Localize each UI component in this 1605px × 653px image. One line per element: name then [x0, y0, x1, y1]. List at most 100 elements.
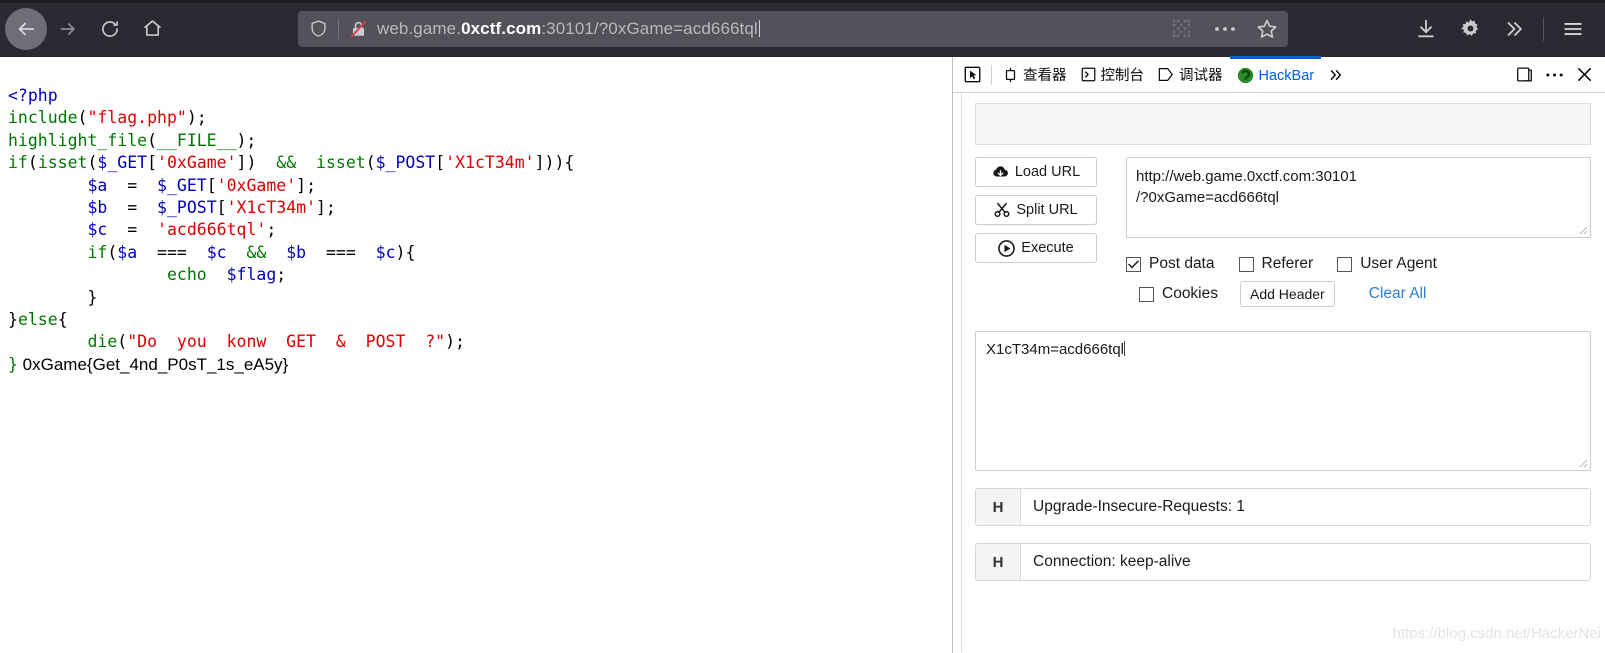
- hackbar-button-column: Load URL Split URL Execute: [975, 157, 1097, 307]
- url-prefix: web.game.: [377, 18, 462, 38]
- flag-text: 0xGame{Get_4nd_P0sT_1s_eA5y}: [22, 354, 289, 374]
- reload-icon: [102, 20, 118, 37]
- page-actions-button[interactable]: [1204, 25, 1246, 33]
- tab-hackbar-label: HackBar: [1258, 67, 1315, 84]
- element-picker-icon: [964, 66, 980, 83]
- referer-checkbox[interactable]: [1238, 256, 1254, 272]
- lock-crossed-out-icon: [350, 20, 366, 37]
- url-host: 0xctf.com: [461, 18, 542, 38]
- scissors-icon: [994, 202, 1010, 218]
- element-picker-button[interactable]: [957, 58, 987, 92]
- home-icon: [143, 20, 161, 36]
- hamburger-menu-icon: [1564, 22, 1582, 35]
- resize-handle-icon[interactable]: [1578, 458, 1588, 468]
- url-text-caret: [758, 19, 760, 37]
- close-devtools-button[interactable]: [1569, 58, 1599, 92]
- url-text[interactable]: web.game.0xctf.com:30101/?0xGame=acd666t…: [377, 19, 1158, 39]
- debugger-icon: [1158, 68, 1173, 81]
- user-agent-checkbox[interactable]: [1337, 256, 1353, 272]
- devtools-toolbar-divider: [991, 64, 992, 85]
- settings-button[interactable]: [1448, 8, 1492, 50]
- devtools-panel: 查看器 控制台 调试器 HackBar Load URL Split URL E…: [952, 56, 1605, 653]
- hackbar-url-line1: http://web.game.0xctf.com:30101: [1136, 168, 1357, 185]
- tab-console[interactable]: 控制台: [1074, 57, 1152, 92]
- option-cookies[interactable]: Cookies: [1139, 285, 1218, 303]
- header-row-value[interactable]: Connection: keep-alive: [1021, 544, 1590, 580]
- option-user-agent[interactable]: User Agent: [1337, 255, 1437, 273]
- referer-label: Referer: [1261, 255, 1314, 272]
- hackbar-options-row-2: Cookies Add Header Clear All: [1126, 281, 1591, 307]
- home-button[interactable]: [131, 8, 173, 50]
- bookmark-button[interactable]: [1246, 18, 1288, 40]
- toolbar-overflow-button[interactable]: [1492, 8, 1536, 50]
- hackbar-top-strip: [975, 103, 1591, 145]
- watermark-text: https://blog.csdn.net/HackerNei: [1392, 625, 1601, 642]
- tracking-protection-shield[interactable]: [298, 19, 338, 38]
- page-viewport: <?php include("flag.php"); highlight_fil…: [0, 57, 952, 653]
- split-url-label: Split URL: [1016, 202, 1078, 218]
- cloud-download-icon: [993, 165, 1008, 177]
- php-source-code: <?php include("flag.php"); highlight_fil…: [8, 86, 575, 352]
- shield-icon: [310, 20, 326, 37]
- bookmark-star-icon: [1257, 19, 1277, 38]
- header-row[interactable]: H Upgrade-Insecure-Requests: 1: [975, 488, 1591, 526]
- cookies-label: Cookies: [1162, 285, 1218, 302]
- browser-toolbar: web.game.0xctf.com:30101/?0xGame=acd666t…: [0, 0, 1605, 57]
- hackbar-options: Post data Referer User Agent Cookies Add…: [1126, 255, 1591, 307]
- checkmark-icon: [1128, 260, 1139, 268]
- app-menu-button[interactable]: [1551, 8, 1595, 50]
- option-referer[interactable]: Referer: [1238, 255, 1314, 273]
- hackbar-url-input[interactable]: http://web.game.0xctf.com:30101 /?0xGame=…: [1126, 157, 1591, 238]
- console-icon: [1081, 67, 1095, 82]
- forward-button[interactable]: [47, 8, 89, 50]
- hackbar-options-row-1: Post data Referer User Agent: [1126, 255, 1591, 273]
- devtools-tabs-overflow-button[interactable]: [1321, 58, 1351, 92]
- add-header-button[interactable]: Add Header: [1240, 281, 1335, 307]
- connection-security-button[interactable]: [339, 19, 377, 39]
- back-button[interactable]: [5, 7, 47, 50]
- header-row-value[interactable]: Upgrade-Insecure-Requests: 1: [1021, 489, 1590, 525]
- hackbar-left-rule: [961, 93, 962, 652]
- post-data-value: X1cT34m=acd666tql: [986, 341, 1125, 358]
- chevron-double-right-icon: [1507, 21, 1522, 36]
- option-post-data[interactable]: Post data: [1126, 255, 1215, 273]
- hackbar-panel: Load URL Split URL Execute http://web.ga…: [953, 93, 1605, 652]
- header-row-tag: H: [976, 489, 1021, 525]
- post-data-label: Post data: [1149, 255, 1215, 272]
- tab-debugger[interactable]: 调试器: [1151, 57, 1230, 92]
- inspector-icon: [1005, 67, 1016, 82]
- gear-icon: [1460, 19, 1478, 36]
- devtools-settings-button[interactable]: [1539, 58, 1569, 92]
- hackbar-right-column: http://web.game.0xctf.com:30101 /?0xGame=…: [1126, 157, 1605, 307]
- hackbar-icon: [1237, 67, 1253, 84]
- tab-hackbar[interactable]: HackBar: [1229, 56, 1322, 92]
- url-bar[interactable]: web.game.0xctf.com:30101/?0xGame=acd666t…: [298, 10, 1288, 47]
- cookies-checkbox[interactable]: [1139, 286, 1154, 302]
- toolbar-divider: [1543, 16, 1544, 41]
- browser-toolbar-right: [1404, 0, 1605, 57]
- resize-handle-icon[interactable]: [1578, 225, 1588, 235]
- download-icon: [1418, 19, 1434, 37]
- execute-label: Execute: [1021, 240, 1074, 256]
- post-data-textarea[interactable]: X1cT34m=acd666tql: [975, 331, 1591, 471]
- header-row[interactable]: H Connection: keep-alive: [975, 543, 1591, 581]
- tab-debugger-label: 调试器: [1179, 68, 1223, 84]
- user-agent-label: User Agent: [1360, 255, 1437, 272]
- load-url-button[interactable]: Load URL: [975, 157, 1097, 187]
- qr-code-button[interactable]: [1158, 19, 1204, 38]
- post-data-checkbox[interactable]: [1126, 256, 1141, 272]
- tab-inspector[interactable]: 查看器: [996, 57, 1074, 92]
- load-url-label: Load URL: [1014, 164, 1081, 180]
- hackbar-url-line2: /?0xGame=acd666tql: [1136, 189, 1280, 206]
- split-url-button[interactable]: Split URL: [975, 195, 1097, 225]
- chevron-double-right-icon: [1330, 69, 1341, 80]
- clear-all-link[interactable]: Clear All: [1369, 285, 1427, 303]
- execute-button[interactable]: Execute: [975, 233, 1097, 263]
- page-actions-icon: [1215, 26, 1235, 31]
- downloads-button[interactable]: [1404, 8, 1448, 50]
- closing-brace: }: [8, 354, 18, 374]
- close-icon: [1577, 68, 1591, 81]
- devtools-toolbar-right: [1509, 58, 1605, 92]
- dock-position-button[interactable]: [1509, 58, 1539, 92]
- reload-button[interactable]: [89, 8, 131, 50]
